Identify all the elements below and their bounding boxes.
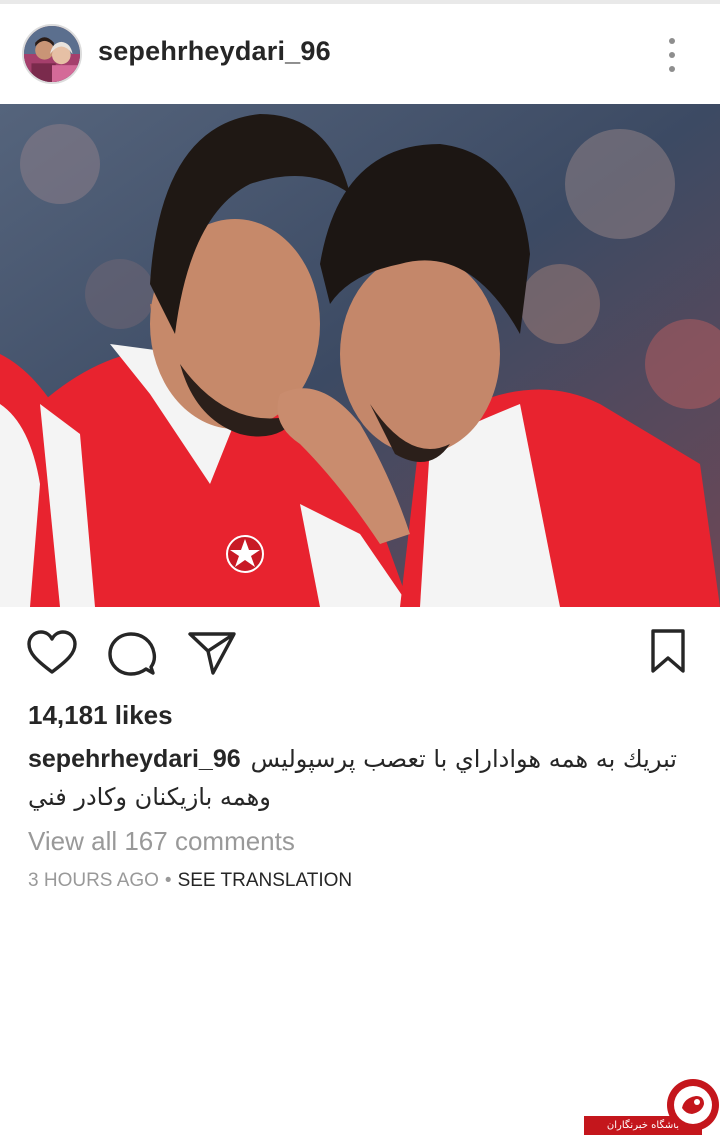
caption-username[interactable]: sepehrheydari_96 [28, 745, 241, 773]
paper-plane-icon[interactable] [186, 629, 238, 677]
view-all-comments-link[interactable]: View all 167 comments [28, 826, 295, 857]
bookmark-icon[interactable] [648, 627, 688, 675]
post-username[interactable]: sepehrheydari_96 [98, 36, 331, 67]
post-caption: sepehrheydari_96 تبريك به همه هواداراي با… [28, 740, 692, 816]
avatar[interactable] [22, 24, 82, 84]
comment-bubble-icon[interactable] [106, 629, 158, 677]
meta-separator: • [164, 870, 172, 891]
heart-icon[interactable] [26, 629, 78, 677]
post-timestamp: 3 HOURS AGO [28, 870, 159, 891]
more-options-icon[interactable] [656, 34, 688, 76]
photo-illustration [0, 104, 720, 607]
watermark-logo-icon [666, 1078, 720, 1132]
likes-count[interactable]: 14,181 likes [28, 700, 173, 731]
post-photo[interactable] [0, 104, 720, 607]
post-meta: 3 HOURS AGO • SEE TRANSLATION [28, 870, 352, 892]
post-actions [0, 607, 720, 699]
see-translation-link[interactable]: SEE TRANSLATION [178, 870, 353, 891]
avatar-image [24, 26, 80, 82]
watermark: باشگاه خبرنگاران [584, 1078, 720, 1135]
post-header: sepehrheydari_96 [0, 4, 720, 104]
